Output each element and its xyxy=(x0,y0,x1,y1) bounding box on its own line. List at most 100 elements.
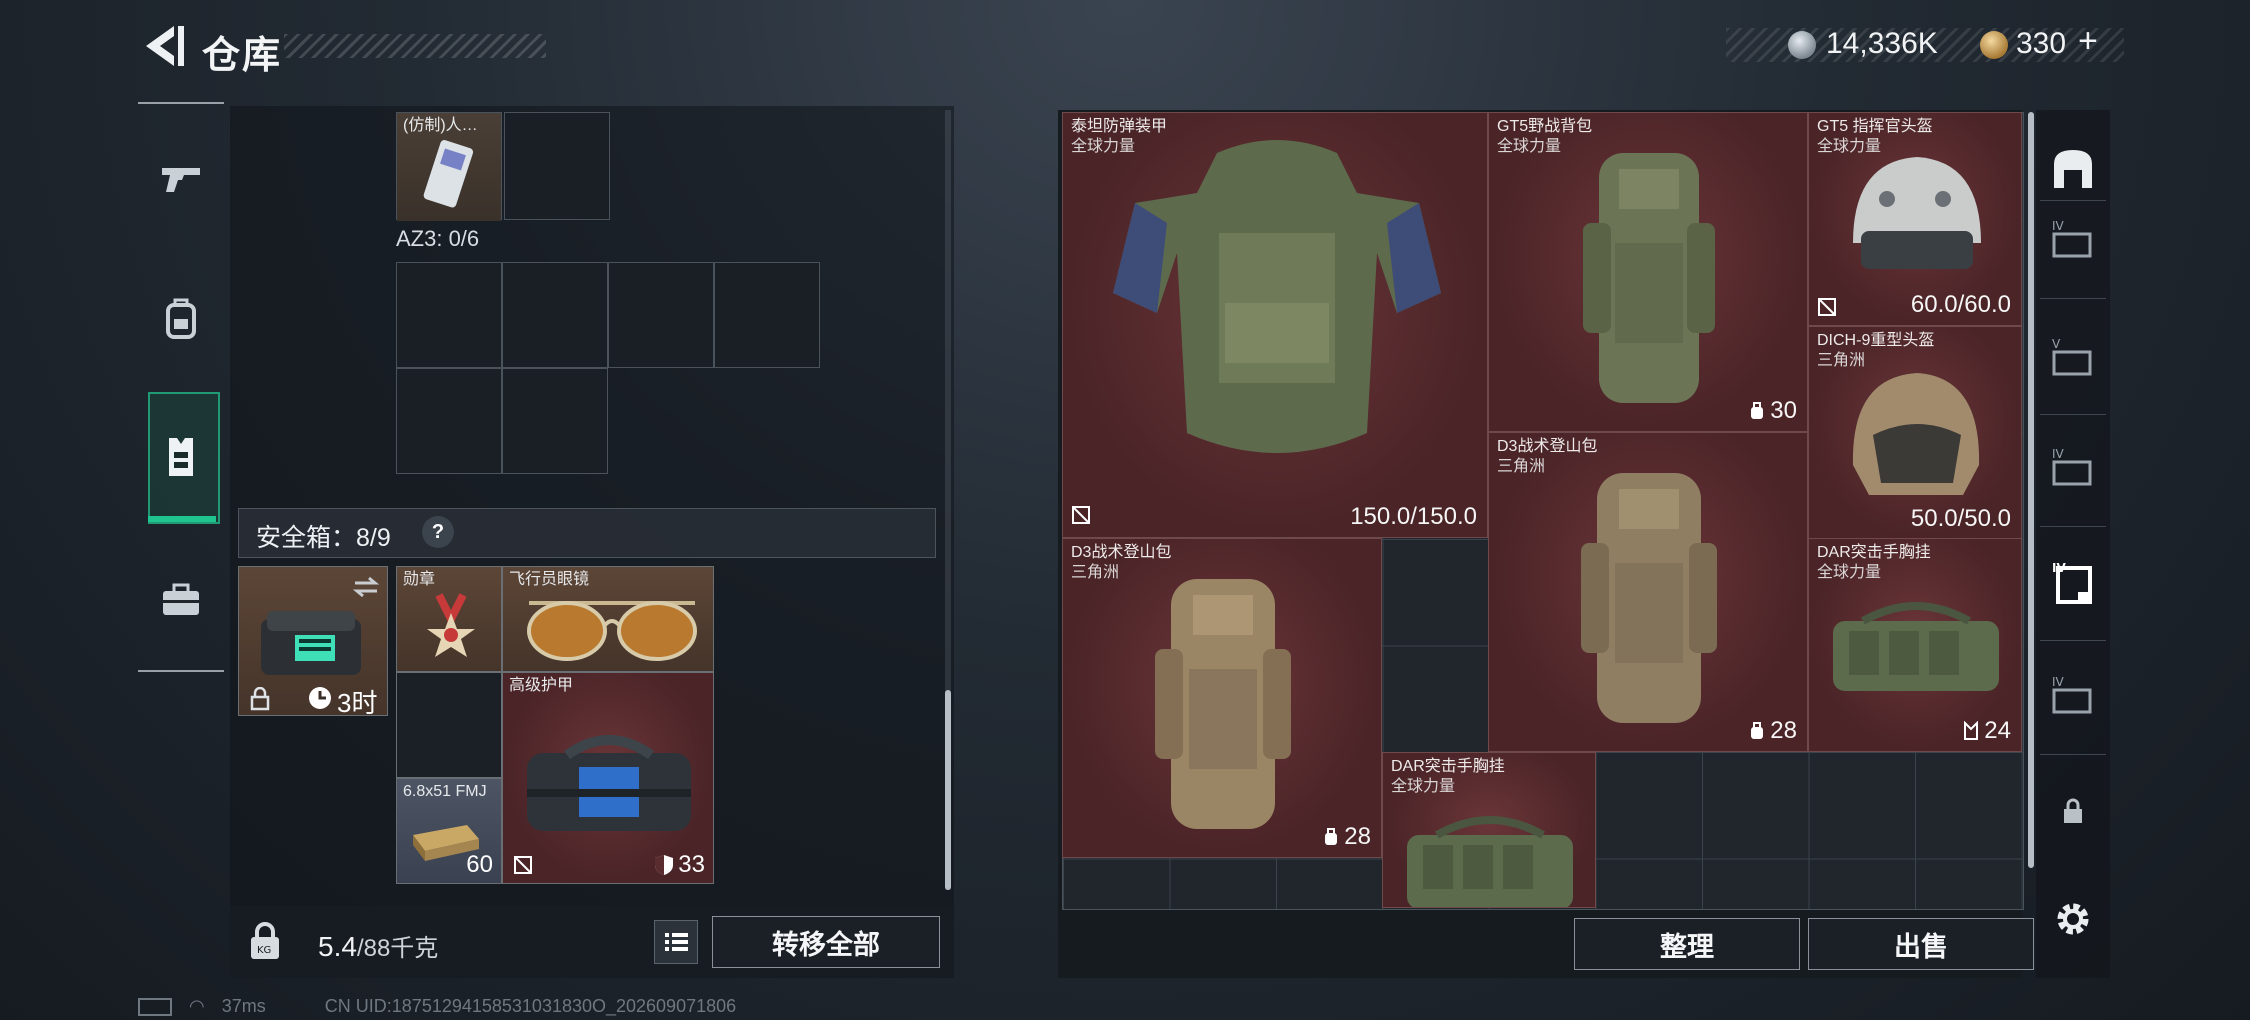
stash-item[interactable]: DICH-9重型头盔 三角洲 50.0/50.0 xyxy=(1808,326,2022,540)
gold-coin-icon xyxy=(1980,31,2008,59)
rig-capacity-icon xyxy=(1964,721,1979,740)
stash-item[interactable]: DAR突击手胸挂 全球力量 xyxy=(1382,752,1596,908)
stash-item[interactable]: D3战术登山包 三角洲 28 xyxy=(1062,538,1382,858)
wifi-icon: ◠ xyxy=(189,996,205,1016)
capacity-value: 24 xyxy=(1984,717,2011,744)
no-repair-icon xyxy=(514,856,532,874)
gun-icon xyxy=(162,168,200,192)
capacity-value: 28 xyxy=(1770,717,1797,744)
durability-value: 150.0/150.0 xyxy=(1350,503,1477,530)
empty-slot[interactable] xyxy=(396,672,502,778)
nav-backpack[interactable] xyxy=(138,264,224,374)
weight-value: 5.4 xyxy=(318,931,357,962)
stash-scrollbar[interactable] xyxy=(2028,112,2034,868)
item-name: GT5 指挥官头盔 xyxy=(1817,118,1933,135)
az3-capacity-label: AZ3: 0/6 xyxy=(396,226,480,251)
medal-icon xyxy=(427,593,475,657)
nav-vest[interactable] xyxy=(138,402,224,512)
gold-currency-value: 330 xyxy=(2016,27,2067,60)
glasses-label: 飞行员眼镜 xyxy=(509,571,590,588)
stash-tab-icon[interactable]: IV xyxy=(2048,672,2098,722)
capacity-badge: 28 xyxy=(1322,823,1371,851)
add-currency-button[interactable]: + xyxy=(2078,22,2098,61)
ammo-label: 6.8x51 FMJ xyxy=(403,783,487,800)
stash-item[interactable]: 泰坦防弹装甲 全球力量 150.0/150.0 xyxy=(1062,112,1488,538)
tab-separator xyxy=(2040,414,2106,415)
chest-rig-icon xyxy=(1407,816,1573,907)
stash-item[interactable]: D3战术登山包 三角洲 28 xyxy=(1488,432,1808,752)
svg-text:IV: IV xyxy=(2052,219,2065,233)
ammo-count: 60 xyxy=(466,851,493,878)
nav-toolbox[interactable] xyxy=(138,544,224,654)
organize-button[interactable]: 整理 xyxy=(1574,918,1800,970)
tab-separator xyxy=(2040,640,2106,641)
az3-slot[interactable] xyxy=(502,368,608,474)
settings-icon[interactable] xyxy=(2052,898,2094,940)
aviator-glasses-slot[interactable]: 飞行员眼镜 xyxy=(502,566,714,672)
tab-separator xyxy=(2040,754,2106,755)
item-name: GT5野战背包 xyxy=(1497,118,1593,135)
capacity-badge: 28 xyxy=(1748,717,1797,745)
secure-container-slot[interactable]: 3时 xyxy=(238,566,388,716)
weight-lock-icon[interactable]: KG xyxy=(248,922,282,962)
capacity-value: 28 xyxy=(1344,823,1371,850)
stash-tab-icon[interactable]: V xyxy=(2048,334,2098,384)
weight-display: 5.4/88千克 xyxy=(318,928,438,963)
ammo-slot[interactable]: 6.8x51 FMJ 60 xyxy=(396,778,502,884)
capacity-badge: 24 xyxy=(1962,717,2011,745)
item-name: DICH-9重型头盔 xyxy=(1817,332,1935,349)
nav-weapons[interactable] xyxy=(138,124,224,234)
az3-slot[interactable] xyxy=(608,262,714,368)
stash-tab-icon[interactable]: IV xyxy=(2048,216,2098,266)
nav-divider-bottom xyxy=(138,670,224,672)
item-faction: 三角洲 xyxy=(1497,458,1546,475)
stash-tab-icon[interactable]: IV xyxy=(2048,444,2098,494)
item-name: DAR突击手胸挂 xyxy=(1817,544,1931,561)
chest-rig-icon xyxy=(1833,602,1999,691)
armor-bag-label: 高级护甲 xyxy=(509,677,574,694)
tab-separator xyxy=(2040,298,2106,299)
sell-button[interactable]: 出售 xyxy=(1808,918,2034,970)
advanced-armor-slot[interactable]: 高级护甲 33 xyxy=(502,672,714,884)
silver-coin-icon xyxy=(1788,31,1816,59)
stash-item[interactable]: DAR突击手胸挂 全球力量 24 xyxy=(1808,538,2022,752)
armor-bag-icon xyxy=(527,735,691,831)
medal-slot[interactable]: 勋章 xyxy=(396,566,502,672)
capacity-badge: 30 xyxy=(1748,397,1797,425)
backpack-icon xyxy=(166,298,196,339)
list-view-button[interactable] xyxy=(654,920,698,964)
toolbox-icon xyxy=(163,583,199,615)
az3-slot[interactable] xyxy=(714,262,820,368)
svg-text:V: V xyxy=(2052,337,2061,351)
item-faction: 全球力量 xyxy=(1391,778,1456,795)
svg-text:IV: IV xyxy=(2052,675,2065,689)
rig-slot[interactable]: (仿制)人… xyxy=(396,112,502,221)
back-arrow-icon[interactable] xyxy=(138,22,188,70)
battery-icon xyxy=(138,998,172,1017)
no-repair-icon xyxy=(1072,506,1090,524)
nav-active-indicator xyxy=(148,516,216,522)
vest-icon xyxy=(169,438,193,476)
top-item-label: (仿制)人… xyxy=(403,117,478,134)
az3-slot[interactable] xyxy=(396,368,502,474)
stash-item[interactable]: GT5 指挥官头盔 全球力量 60.0/60.0 xyxy=(1808,112,2022,326)
nav-divider-top xyxy=(138,102,224,104)
capacity-value: 30 xyxy=(1770,397,1797,424)
az3-slot[interactable] xyxy=(396,262,502,368)
lock-icon xyxy=(250,687,270,711)
item-faction: 全球力量 xyxy=(1497,138,1562,155)
rig-slot[interactable] xyxy=(504,112,610,220)
help-icon[interactable]: ? xyxy=(422,516,454,548)
stash-item[interactable]: GT5野战背包 全球力量 30 xyxy=(1488,112,1808,432)
swap-icon[interactable] xyxy=(351,575,381,599)
item-faction: 三角洲 xyxy=(1071,564,1120,581)
transfer-all-button[interactable]: 转移全部 xyxy=(712,916,940,968)
home-icon[interactable] xyxy=(2048,144,2098,194)
safe-box-label: 安全箱：8/9 xyxy=(256,524,391,552)
az3-slot[interactable] xyxy=(502,262,608,368)
armor-value: 33 xyxy=(678,851,705,878)
item-name: DAR突击手胸挂 xyxy=(1391,758,1505,775)
helmet-icon xyxy=(1852,373,1980,495)
left-scrollbar[interactable] xyxy=(945,690,951,890)
stash-tab-active-icon[interactable]: IV xyxy=(2048,558,2098,608)
